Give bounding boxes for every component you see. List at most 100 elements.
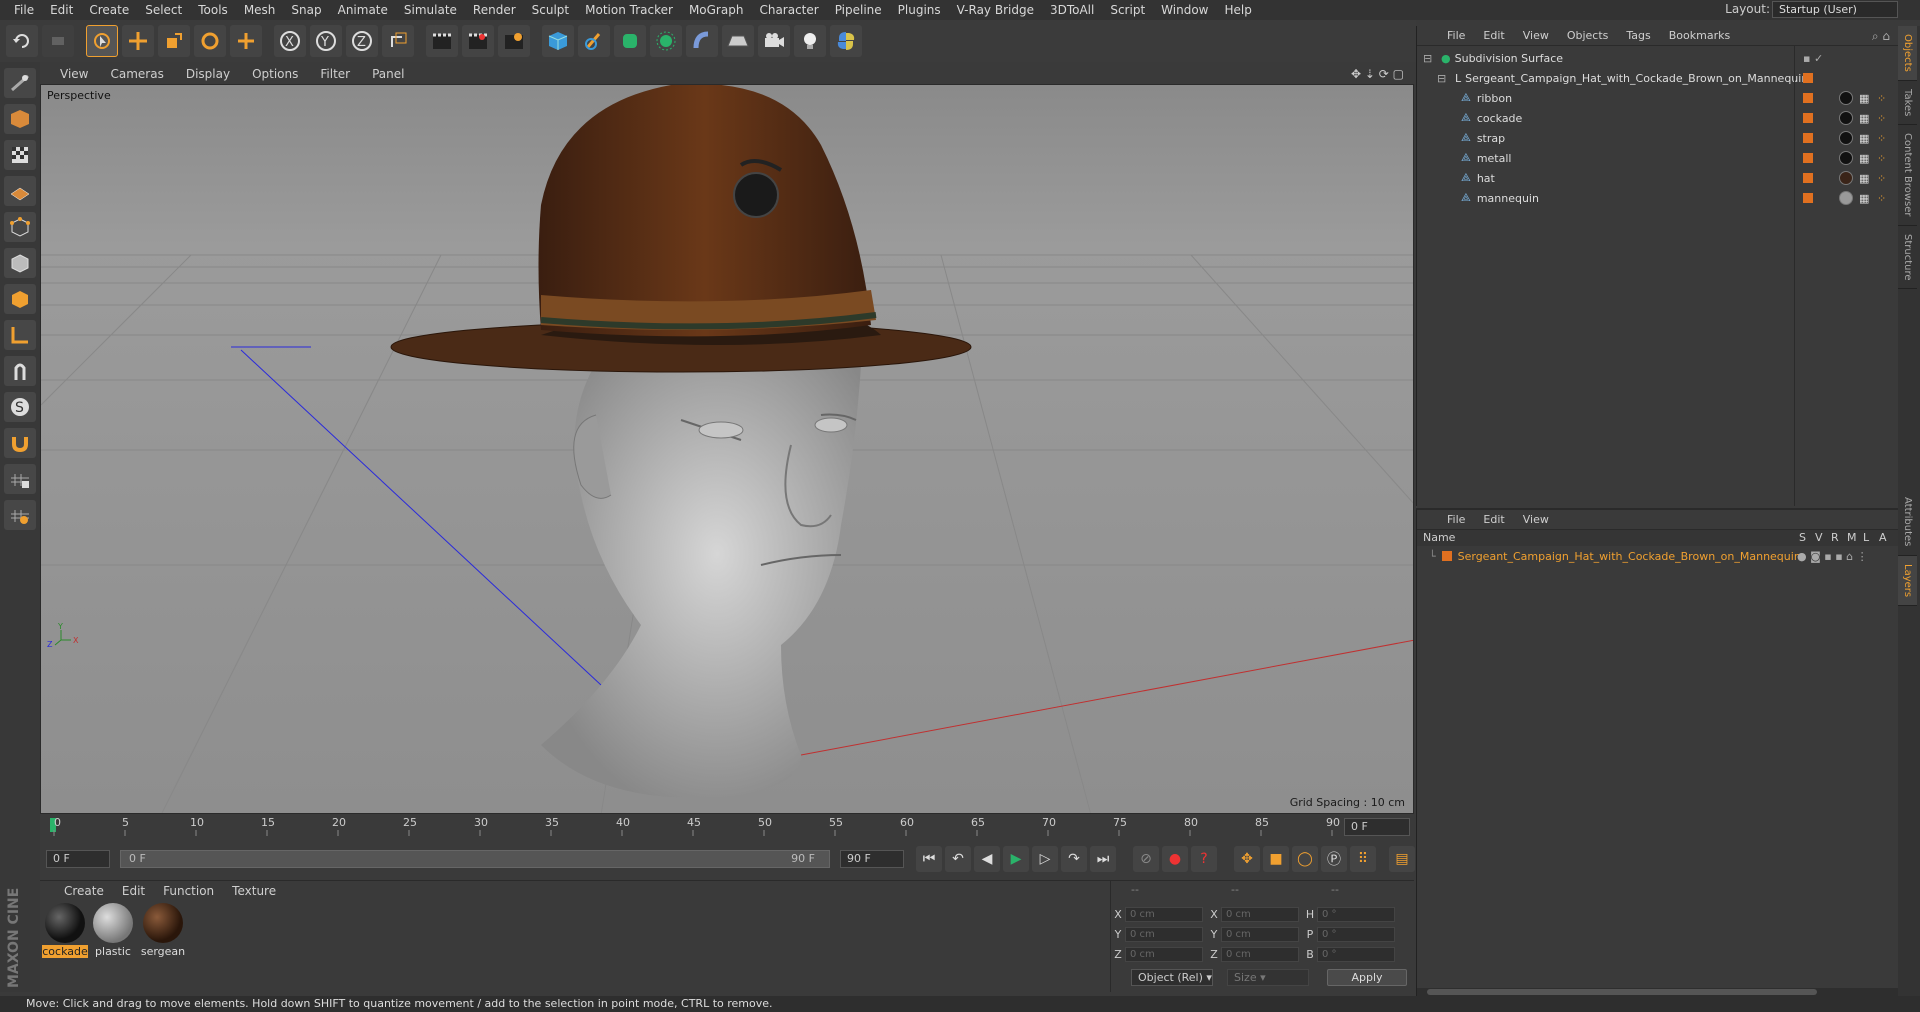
object-search-icon[interactable]: ⌕ ⌂ <box>1872 29 1890 44</box>
menu-plugins[interactable]: Plugins <box>890 3 949 17</box>
object-menu-bookmarks[interactable]: Bookmarks <box>1669 29 1730 42</box>
visibility-icon[interactable]: ▪ ✓ <box>1803 52 1823 65</box>
tree-row-hat[interactable]: ⟁ hat ▦ ⁘ <box>1417 168 1899 188</box>
layer-flags-icon[interactable]: ● ◙ ▪ ▪ ⌂ ⋮ <box>1797 550 1868 563</box>
material-tag-icon[interactable] <box>1839 191 1853 205</box>
uv-tag-icon[interactable]: ▦ <box>1859 192 1869 205</box>
tab-content-browser[interactable]: Content Browser <box>1898 125 1917 226</box>
expand-icon[interactable]: ⊟ <box>1423 52 1437 65</box>
layer-color-icon[interactable] <box>1803 73 1813 83</box>
material-tag-icon[interactable] <box>1839 171 1853 185</box>
motion-record-icon[interactable]: ⊘ <box>1133 846 1159 872</box>
goto-end-icon[interactable]: ⏭ <box>1090 846 1116 872</box>
position-x-field[interactable]: 0 cm <box>1125 906 1203 922</box>
prev-frame-icon[interactable]: ◀ <box>974 846 1000 872</box>
menu-script[interactable]: Script <box>1102 3 1153 17</box>
array-icon[interactable] <box>650 25 682 57</box>
subdiv-icon[interactable] <box>614 25 646 57</box>
menu-animate[interactable]: Animate <box>330 3 396 17</box>
tab-attributes[interactable]: Attributes <box>1898 489 1917 556</box>
viewport-menu-filter[interactable]: Filter <box>320 67 350 81</box>
cube-icon[interactable] <box>542 25 574 57</box>
add-icon[interactable] <box>230 25 262 57</box>
play-icon[interactable]: ▶ <box>1003 846 1029 872</box>
tweak-icon[interactable] <box>4 356 36 386</box>
coord-size-select[interactable]: Size ▾ <box>1227 969 1309 986</box>
layer-color-icon[interactable] <box>1803 153 1813 163</box>
render-view-icon[interactable] <box>426 25 458 57</box>
layer-color-icon[interactable] <box>1803 173 1813 183</box>
viewport-menu-view[interactable]: View <box>60 67 88 81</box>
make-editable-icon[interactable] <box>4 68 36 98</box>
viewport-menu-display[interactable]: Display <box>186 67 230 81</box>
key-pla-icon[interactable]: ⠿ <box>1350 846 1376 872</box>
scale-icon[interactable] <box>158 25 190 57</box>
next-key-icon[interactable]: ↷ <box>1061 846 1087 872</box>
camera-icon[interactable] <box>758 25 790 57</box>
menu-character[interactable]: Character <box>751 3 826 17</box>
material-tag-icon[interactable] <box>1839 111 1853 125</box>
layer-color-icon[interactable] <box>1803 193 1813 203</box>
menu-render[interactable]: Render <box>465 3 524 17</box>
menu-simulate[interactable]: Simulate <box>396 3 465 17</box>
rotation-b-field[interactable]: 0 ° <box>1317 946 1395 962</box>
material-tag-icon[interactable] <box>1839 131 1853 145</box>
move-icon[interactable] <box>122 25 154 57</box>
record-icon[interactable]: ● <box>1162 846 1188 872</box>
material-menu-create[interactable]: Create <box>64 884 104 898</box>
rotation-p-field[interactable]: 0 ° <box>1317 926 1395 942</box>
menu-create[interactable]: Create <box>81 3 137 17</box>
z-axis-icon[interactable]: Z <box>346 25 378 57</box>
y-axis-icon[interactable]: Y <box>310 25 342 57</box>
select-icon[interactable] <box>86 25 118 57</box>
uv-tag-icon[interactable]: ▦ <box>1859 92 1869 105</box>
flag-header-r[interactable]: R <box>1831 531 1839 544</box>
material-menu-texture[interactable]: Texture <box>232 884 276 898</box>
layer-scrollbar[interactable] <box>1417 988 1899 996</box>
layer-color-icon[interactable] <box>1803 93 1813 103</box>
key-scale-icon[interactable]: ■ <box>1263 846 1289 872</box>
object-menu-edit[interactable]: Edit <box>1483 29 1504 42</box>
tab-layers[interactable]: Layers <box>1898 555 1917 606</box>
menu-mesh[interactable]: Mesh <box>236 3 284 17</box>
material-menu-function[interactable]: Function <box>163 884 214 898</box>
menu-select[interactable]: Select <box>137 3 190 17</box>
goto-start-icon[interactable]: ⏮ <box>916 846 942 872</box>
flag-header-s[interactable]: S <box>1799 531 1806 544</box>
tree-row-strap[interactable]: ⟁ strap ▦ ⁘ <box>1417 128 1899 148</box>
model-mode-icon[interactable] <box>4 104 36 134</box>
pen-icon[interactable] <box>578 25 610 57</box>
flag-header-a[interactable]: A <box>1879 531 1887 544</box>
rotation-h-field[interactable]: 0 ° <box>1317 906 1395 922</box>
menu-pipeline[interactable]: Pipeline <box>827 3 890 17</box>
current-frame-field[interactable]: 0 F <box>1344 818 1410 836</box>
size-z-field[interactable]: 0 cm <box>1221 946 1299 962</box>
viewport-nav-icons[interactable]: ✥ ⇣ ⟳ ▢ <box>1351 67 1404 81</box>
points-mode-icon[interactable] <box>4 212 36 242</box>
size-x-field[interactable]: 0 cm <box>1221 906 1299 922</box>
apply-button[interactable]: Apply <box>1327 969 1407 986</box>
tab-structure[interactable]: Structure <box>1898 226 1917 290</box>
tree-row-metall[interactable]: ⟁ metall ▦ ⁘ <box>1417 148 1899 168</box>
frame-range-slider[interactable]: 0 F 90 F <box>120 850 830 868</box>
menu-3dtoall[interactable]: 3DToAll <box>1042 3 1102 17</box>
tree-row-model[interactable]: ⊟ L Sergeant_Campaign_Hat_with_Cockade_B… <box>1417 68 1899 88</box>
menu-vray-bridge[interactable]: V-Ray Bridge <box>949 3 1042 17</box>
workplane-icon[interactable] <box>4 176 36 206</box>
phong-tag-icon[interactable]: ⁘ <box>1877 132 1886 145</box>
menu-edit[interactable]: Edit <box>42 3 81 17</box>
lock-workplane-icon[interactable] <box>4 464 36 494</box>
render-settings-icon[interactable] <box>498 25 530 57</box>
menu-sculpt[interactable]: Sculpt <box>524 3 577 17</box>
magnet-icon[interactable] <box>4 428 36 458</box>
next-frame-icon[interactable]: ▷ <box>1032 846 1058 872</box>
tree-row-ribbon[interactable]: ⟁ ribbon ▦ ⁘ <box>1417 88 1899 108</box>
prev-key-icon[interactable]: ↶ <box>945 846 971 872</box>
x-axis-icon[interactable]: X <box>274 25 306 57</box>
material-tag-icon[interactable] <box>1839 151 1853 165</box>
menu-mograph[interactable]: MoGraph <box>681 3 752 17</box>
key-position-icon[interactable]: ✥ <box>1234 846 1260 872</box>
layer-menu-edit[interactable]: Edit <box>1483 513 1504 526</box>
redo-icon[interactable] <box>42 25 74 57</box>
grid-icon[interactable] <box>4 500 36 530</box>
